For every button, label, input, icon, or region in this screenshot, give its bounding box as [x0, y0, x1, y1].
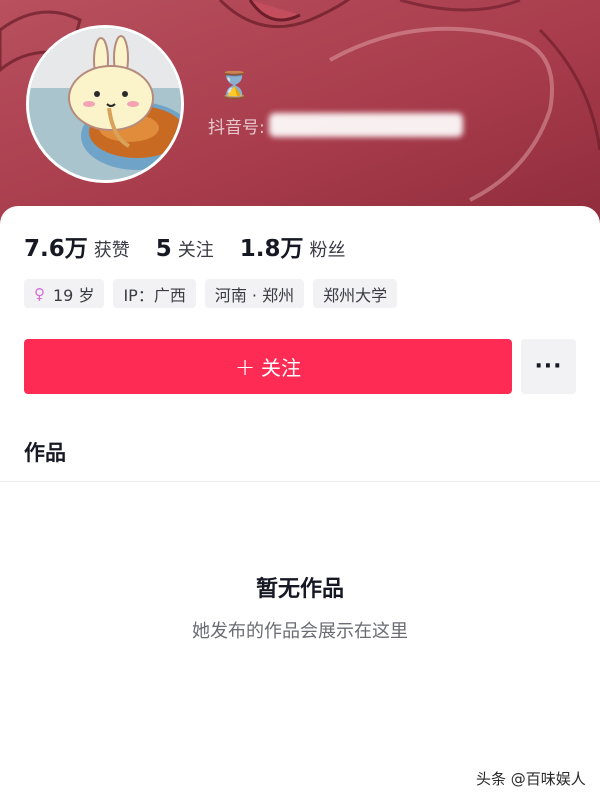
- more-icon: ···: [534, 354, 563, 379]
- hourglass-icon: ⌛: [218, 71, 251, 101]
- tag-age-label: 19 岁: [53, 285, 95, 305]
- follow-button[interactable]: + 关注: [24, 339, 512, 394]
- stat-following-value: 5: [155, 236, 172, 262]
- stat-likes[interactable]: 7.6万 获赞: [24, 229, 130, 263]
- profile-stats: 7.6万 获赞 5 关注 1.8万 粉丝: [24, 229, 372, 263]
- female-icon: ♀: [34, 284, 45, 303]
- tag-location: 河南 · 郑州: [204, 279, 305, 308]
- empty-state-subtitle: 她发布的作品会展示在这里: [192, 621, 408, 642]
- empty-state-title: 暂无作品: [255, 577, 344, 602]
- stat-followers[interactable]: 1.8万 粉丝: [240, 229, 346, 263]
- follow-button-label: 关注: [261, 356, 302, 380]
- tag-school[interactable]: 郑州大学: [313, 279, 398, 308]
- stat-followers-label: 粉丝: [309, 240, 346, 261]
- stat-following-label: 关注: [177, 240, 214, 261]
- douyin-id-label: 抖音号:: [208, 117, 265, 138]
- avatar[interactable]: [26, 25, 184, 183]
- divider: [0, 481, 600, 482]
- avatar-image: [29, 28, 181, 180]
- watermark: 头条 @百味娱人: [476, 770, 586, 788]
- tab-works[interactable]: 作品: [24, 437, 66, 467]
- stat-likes-label: 获赞: [93, 240, 130, 261]
- stat-followers-value: 1.8万: [239, 236, 304, 262]
- stat-following[interactable]: 5 关注: [156, 236, 214, 262]
- tag-ip: IP：广西: [113, 279, 196, 308]
- plus-icon: +: [234, 352, 256, 381]
- profile-header-background: ⌛ 抖音号:: [0, 0, 600, 230]
- more-options-button[interactable]: ···: [521, 339, 576, 394]
- douyin-id-redacted: [268, 113, 463, 137]
- profile-tags: ♀ 19 岁 IP：广西 河南 · 郑州 郑州大学: [24, 279, 406, 308]
- tag-age: ♀ 19 岁: [24, 279, 105, 308]
- stat-likes-value: 7.6万: [24, 236, 88, 262]
- douyin-id-row[interactable]: 抖音号:: [208, 112, 463, 138]
